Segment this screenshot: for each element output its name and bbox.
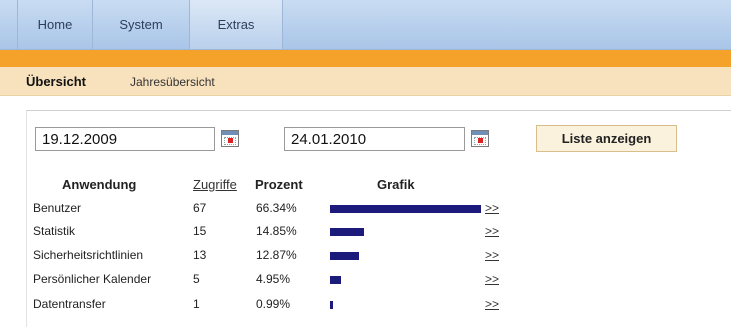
column-header-percent: Prozent bbox=[255, 177, 303, 192]
app-name: Statistik bbox=[33, 224, 76, 238]
calendar-icon[interactable] bbox=[221, 130, 239, 147]
access-percent: 14.85% bbox=[256, 224, 297, 238]
tab-home[interactable]: Home bbox=[18, 0, 93, 49]
share-bar bbox=[330, 301, 333, 309]
nav-spacer bbox=[0, 0, 18, 49]
share-bar bbox=[330, 276, 341, 284]
access-percent: 12.87% bbox=[256, 248, 297, 262]
column-header-chart: Grafik bbox=[377, 177, 415, 192]
share-bar bbox=[330, 205, 481, 213]
share-bar bbox=[330, 228, 364, 236]
column-header-app: Anwendung bbox=[62, 177, 137, 192]
table-row: Persönlicher Kalender 5 4.95% >> bbox=[0, 272, 731, 294]
share-bar bbox=[330, 252, 359, 260]
to-date-input[interactable]: 24.01.2010 bbox=[284, 127, 465, 151]
details-link[interactable]: >> bbox=[485, 201, 499, 215]
calendar-header bbox=[222, 131, 238, 135]
calendar-today-marker bbox=[478, 138, 483, 143]
access-percent: 4.95% bbox=[256, 272, 291, 286]
details-link[interactable]: >> bbox=[485, 297, 499, 311]
top-navigation: Home System Extras bbox=[0, 0, 731, 50]
access-count: 13 bbox=[193, 248, 207, 262]
table-row: Sicherheitsrichtlinien 13 12.87% >> bbox=[0, 248, 731, 270]
table-row: Statistik 15 14.85% >> bbox=[0, 224, 731, 246]
column-header-count[interactable]: Zugriffe bbox=[193, 177, 237, 192]
show-list-button[interactable]: Liste anzeigen bbox=[536, 125, 677, 152]
calendar-icon[interactable] bbox=[471, 130, 489, 147]
app-name: Persönlicher Kalender bbox=[33, 272, 152, 286]
access-count: 5 bbox=[193, 272, 200, 286]
subnav-item-jahresuebersicht[interactable]: Jahresübersicht bbox=[130, 75, 215, 89]
details-link[interactable]: >> bbox=[485, 272, 499, 286]
access-percent: 0.99% bbox=[256, 297, 291, 311]
app-name: Sicherheitsrichtlinien bbox=[33, 248, 144, 262]
from-date-input[interactable]: 19.12.2009 bbox=[35, 127, 215, 151]
subnav-item-uebersicht[interactable]: Übersicht bbox=[26, 74, 86, 89]
access-count: 15 bbox=[193, 224, 207, 238]
access-count: 1 bbox=[193, 297, 200, 311]
details-link[interactable]: >> bbox=[485, 248, 499, 262]
calendar-today-marker bbox=[228, 138, 233, 143]
calendar-header bbox=[472, 131, 488, 135]
tab-system[interactable]: System bbox=[93, 0, 190, 49]
access-count: 67 bbox=[193, 201, 207, 215]
app-name: Datentransfer bbox=[33, 297, 106, 311]
table-row: Benutzer 67 66.34% >> bbox=[0, 201, 731, 223]
accent-bar bbox=[0, 50, 731, 67]
tab-extras[interactable]: Extras bbox=[190, 0, 283, 49]
details-link[interactable]: >> bbox=[485, 224, 499, 238]
access-percent: 66.34% bbox=[256, 201, 297, 215]
table-row: Datentransfer 1 0.99% >> bbox=[0, 297, 731, 319]
app-name: Benutzer bbox=[33, 201, 82, 215]
sub-navigation: Übersicht Jahresübersicht bbox=[0, 67, 731, 96]
